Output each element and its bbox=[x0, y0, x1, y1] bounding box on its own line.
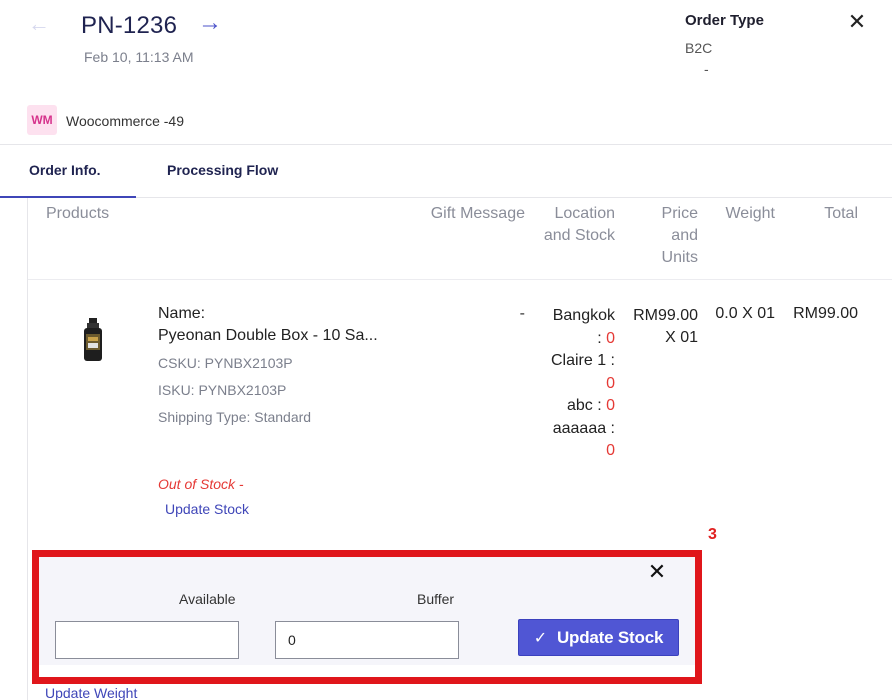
location-name: aaaaaa bbox=[552, 419, 607, 437]
back-arrow-icon[interactable]: ← bbox=[28, 10, 50, 38]
weight-value: 0.0 X 01 bbox=[715, 305, 775, 322]
column-header-total: Total bbox=[824, 205, 858, 222]
stock-value: 0 bbox=[606, 329, 615, 347]
column-header-products: Products bbox=[46, 205, 110, 222]
active-tab-indicator bbox=[0, 196, 136, 198]
divider bbox=[0, 144, 892, 145]
order-type-label: Order Type bbox=[685, 12, 764, 29]
out-of-stock-label: Out of Stock - bbox=[158, 476, 244, 492]
product-image bbox=[80, 318, 106, 362]
order-type-value: B2C bbox=[685, 40, 713, 56]
total-value: RM99.00 bbox=[793, 305, 858, 322]
order-id-title: PN-1236 bbox=[81, 12, 178, 39]
location-name: Bangkok bbox=[552, 307, 615, 324]
location-stock-list: Bangkok : 0 Claire 1 : 0 abc : 0 aaaaaa … bbox=[530, 305, 615, 463]
update-stock-button-label: Update Stock bbox=[556, 627, 664, 647]
stock-value: 0 bbox=[606, 442, 615, 459]
update-stock-link[interactable]: Update Stock bbox=[165, 501, 249, 517]
store-name: Woocommerce -49 bbox=[66, 113, 185, 129]
order-date: Feb 10, 11:13 AM bbox=[84, 49, 194, 65]
product-name-label: Name: bbox=[158, 305, 206, 322]
location-entry: abc : 0 bbox=[566, 397, 615, 414]
column-header-location-stock: Location and Stock bbox=[543, 205, 615, 244]
store-badge: WM bbox=[27, 105, 57, 135]
check-icon: ✓ bbox=[533, 629, 547, 647]
product-isku: ISKU: PYNBX2103P bbox=[158, 382, 287, 398]
buffer-label: Buffer bbox=[417, 591, 455, 607]
annotation-number: 3 bbox=[708, 526, 717, 543]
available-label: Available bbox=[179, 591, 236, 607]
divider bbox=[28, 279, 892, 280]
update-weight-link[interactable]: Update Weight bbox=[45, 685, 137, 700]
card-border bbox=[27, 198, 28, 700]
product-shipping-type: Shipping Type: Standard bbox=[158, 409, 312, 425]
location-name: abc bbox=[566, 397, 593, 414]
location-name: Claire 1 bbox=[550, 352, 607, 369]
forward-arrow-icon[interactable]: → bbox=[198, 9, 222, 37]
update-stock-button[interactable]: ✓ Update Stock bbox=[518, 619, 679, 656]
order-type-extra: - bbox=[704, 61, 709, 77]
product-name: Pyeonan Double Box - 10 Sa... bbox=[158, 327, 378, 344]
price-units: RM99.00 X 01 bbox=[625, 305, 698, 349]
close-icon[interactable]: ✕ bbox=[645, 560, 669, 584]
column-header-price-units: Price and Units bbox=[661, 205, 698, 266]
annotation-highlight-frame bbox=[32, 550, 702, 684]
units-value: X 01 bbox=[665, 329, 698, 346]
price-value: RM99.00 bbox=[633, 307, 698, 324]
gift-message-value: - bbox=[519, 305, 525, 322]
column-header-gift-message: Gift Message bbox=[430, 205, 525, 222]
column-header-weight: Weight bbox=[725, 205, 775, 222]
location-entry: aaaaaa : bbox=[552, 419, 615, 437]
stock-value: 0 bbox=[606, 397, 615, 414]
tab-processing-flow[interactable]: Processing Flow bbox=[167, 162, 278, 178]
close-icon[interactable]: ✕ bbox=[846, 9, 868, 35]
buffer-input[interactable] bbox=[275, 621, 459, 659]
location-entry: Claire 1 : bbox=[550, 352, 615, 369]
stock-value: 0 bbox=[606, 374, 615, 392]
available-input[interactable] bbox=[55, 621, 239, 659]
location-stock: : 0 bbox=[597, 329, 615, 347]
tab-order-info[interactable]: Order Info. bbox=[29, 162, 101, 178]
product-csku: CSKU: PYNBX2103P bbox=[158, 355, 293, 371]
